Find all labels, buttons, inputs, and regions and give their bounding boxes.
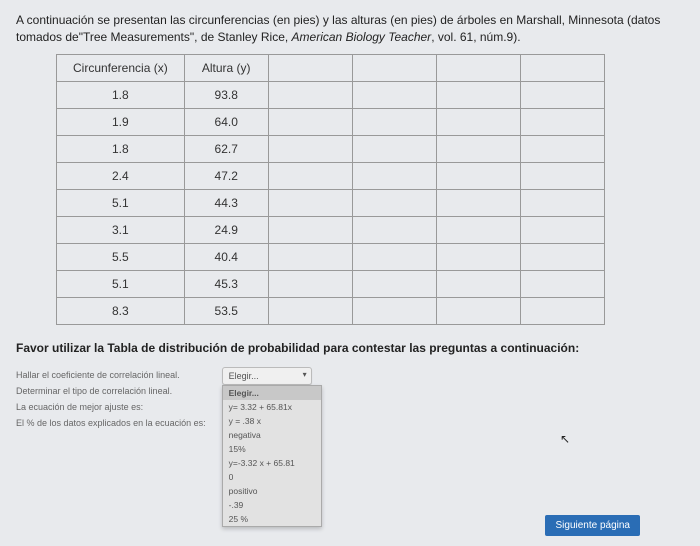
problem-statement: A continuación se presentan las circunfe… — [16, 12, 684, 46]
cell-y: 24.9 — [184, 216, 268, 243]
dropdown-header[interactable]: Elegir... — [223, 386, 321, 400]
cell-x: 5.5 — [57, 243, 185, 270]
cell-y: 62.7 — [184, 135, 268, 162]
cell-x: 2.4 — [57, 162, 185, 189]
answer-select[interactable]: Elegir... — [222, 367, 312, 385]
table-body: 1.893.8 1.964.0 1.862.7 2.447.2 5.144.3 … — [57, 81, 605, 324]
col-header-empty — [436, 54, 520, 81]
cell-y: 40.4 — [184, 243, 268, 270]
cell-x: 1.9 — [57, 108, 185, 135]
select-placeholder: Elegir... — [229, 371, 259, 381]
dropdown-option[interactable]: positivo — [223, 484, 321, 498]
cell-x: 3.1 — [57, 216, 185, 243]
question-2: Determinar el tipo de correlación lineal… — [16, 383, 206, 399]
cell-y: 93.8 — [184, 81, 268, 108]
cell-y: 53.5 — [184, 297, 268, 324]
cell-y: 45.3 — [184, 270, 268, 297]
cell-x: 1.8 — [57, 135, 185, 162]
dropdown-option[interactable]: y = .38 x — [223, 414, 321, 428]
table-row: 1.862.7 — [57, 135, 605, 162]
col-header-y: Altura (y) — [184, 54, 268, 81]
cell-y: 47.2 — [184, 162, 268, 189]
col-header-empty — [520, 54, 604, 81]
dropdown-option[interactable]: negativa — [223, 428, 321, 442]
table-row: 5.144.3 — [57, 189, 605, 216]
cell-x: 5.1 — [57, 270, 185, 297]
table-row: 1.893.8 — [57, 81, 605, 108]
cell-x: 5.1 — [57, 189, 185, 216]
dropdown-option[interactable]: y= 3.32 + 65.81x — [223, 400, 321, 414]
dropdown-option[interactable]: 25 % — [223, 512, 321, 526]
dropdown-option[interactable]: -.39 — [223, 498, 321, 512]
table-row: 8.353.5 — [57, 297, 605, 324]
table-row: 5.540.4 — [57, 243, 605, 270]
table-row: 1.964.0 — [57, 108, 605, 135]
question-4: El % de los datos explicados en la ecuac… — [16, 415, 206, 431]
table-row: 5.145.3 — [57, 270, 605, 297]
dropdown-option[interactable]: y=-3.32 x + 65.81 — [223, 456, 321, 470]
col-header-x: Circunferencia (x) — [57, 54, 185, 81]
questions-block: Hallar el coeficiente de correlación lin… — [16, 367, 684, 432]
data-table: Circunferencia (x) Altura (y) 1.893.8 1.… — [56, 54, 605, 325]
journal-title: American Biology Teacher — [292, 30, 432, 44]
next-page-button[interactable]: Siguiente página — [545, 515, 640, 536]
cell-x: 1.8 — [57, 81, 185, 108]
instruction-text: Favor utilizar la Tabla de distribución … — [16, 341, 684, 355]
table-row: 3.124.9 — [57, 216, 605, 243]
cell-x: 8.3 — [57, 297, 185, 324]
prompt-text-2: , vol. 61, núm.9). — [431, 30, 520, 44]
question-3: La ecuación de mejor ajuste es: — [16, 399, 206, 415]
cursor-icon: ↖ — [560, 432, 570, 446]
dropdown-option[interactable]: 15% — [223, 442, 321, 456]
question-1: Hallar el coeficiente de correlación lin… — [16, 367, 206, 383]
answer-dropdown: Elegir... y= 3.32 + 65.81x y = .38 x neg… — [222, 385, 322, 527]
dropdown-option[interactable]: 0 — [223, 470, 321, 484]
col-header-empty — [352, 54, 436, 81]
table-row: 2.447.2 — [57, 162, 605, 189]
cell-y: 44.3 — [184, 189, 268, 216]
col-header-empty — [268, 54, 352, 81]
cell-y: 64.0 — [184, 108, 268, 135]
